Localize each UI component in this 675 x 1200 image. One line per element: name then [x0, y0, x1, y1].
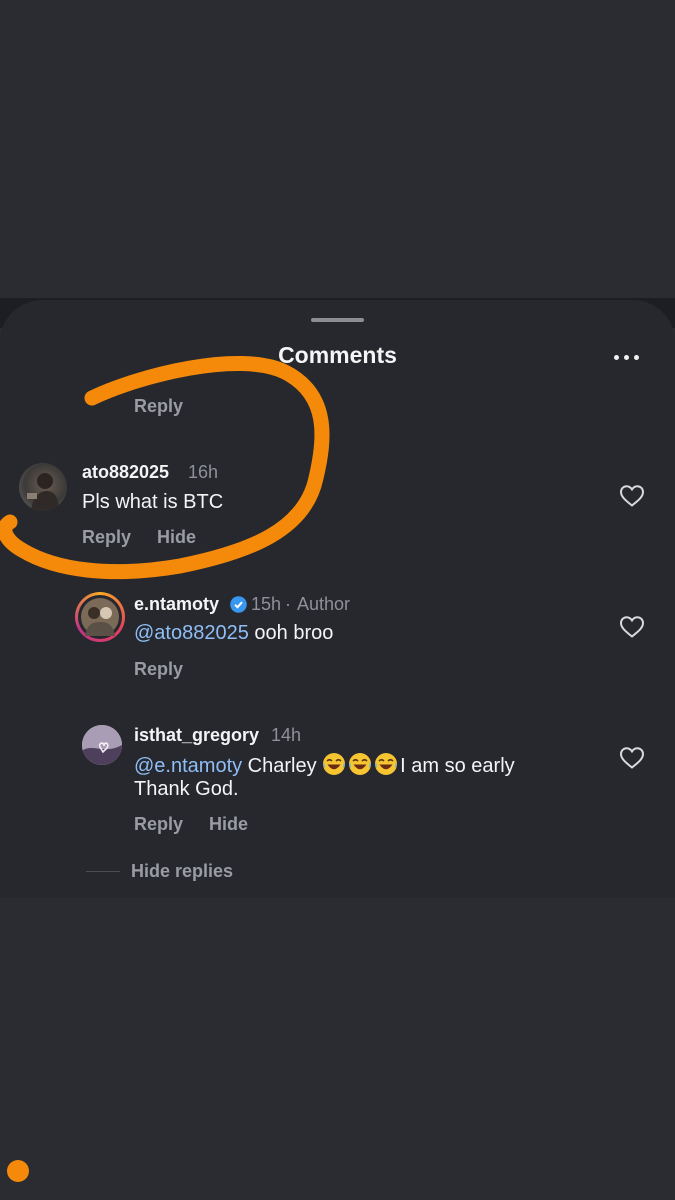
like-heart-icon[interactable] [619, 615, 645, 639]
avatar-photo [81, 598, 119, 636]
more-options-icon[interactable] [606, 344, 646, 370]
reply-time: 15h [251, 594, 282, 614]
laughing-emoji-icon [323, 753, 346, 775]
comment-username[interactable]: ato882025 [82, 462, 169, 483]
comment-time: 16h [188, 462, 219, 482]
reply-text-content: ooh broo [248, 622, 334, 644]
comment-text: Pls what is BTC [82, 491, 224, 513]
annotation-dot [7, 1160, 29, 1182]
reply-text-content: Charley [242, 755, 323, 777]
avatar[interactable] [19, 463, 67, 511]
reply-text: @ato882025 ooh broo [134, 621, 333, 646]
reply-text: @e.ntamoty Charley I am so early [134, 752, 515, 779]
drag-handle[interactable] [311, 318, 364, 322]
hide-button[interactable]: Hide [157, 527, 196, 548]
hide-replies-button[interactable]: Hide replies [131, 861, 233, 882]
meta-separator: · [285, 594, 291, 614]
reply-button[interactable]: Reply [134, 659, 183, 680]
like-heart-icon[interactable] [619, 746, 645, 770]
reply-text-content: I am so early [400, 755, 515, 777]
laughing-emoji-icon [349, 753, 372, 775]
reply-text-line2: Thank God. [134, 778, 239, 800]
mention-link[interactable]: @e.ntamoty [134, 755, 242, 777]
reply-button[interactable]: Reply [82, 527, 131, 548]
hide-button[interactable]: Hide [209, 814, 248, 835]
avatar[interactable] [82, 725, 122, 765]
verified-badge-icon [230, 596, 247, 613]
avatar-story-ring[interactable] [75, 592, 125, 642]
lower-area [0, 898, 675, 1200]
like-heart-icon[interactable] [619, 484, 645, 508]
laughing-emoji-icon [375, 753, 398, 775]
avatar-photo [82, 725, 122, 765]
replies-divider-line [86, 871, 120, 872]
reply-button[interactable]: Reply [134, 814, 183, 835]
reply-username[interactable]: e.ntamoty [134, 594, 219, 615]
reply-username[interactable]: isthat_gregory [134, 725, 259, 746]
dimmed-background[interactable] [0, 0, 675, 300]
reply-time: 14h [271, 725, 302, 745]
author-label: Author [297, 594, 351, 614]
mention-link[interactable]: @ato882025 [134, 622, 249, 644]
reply-button[interactable]: Reply [134, 396, 183, 417]
avatar-photo [27, 473, 59, 511]
sheet-title: Comments [278, 342, 397, 368]
